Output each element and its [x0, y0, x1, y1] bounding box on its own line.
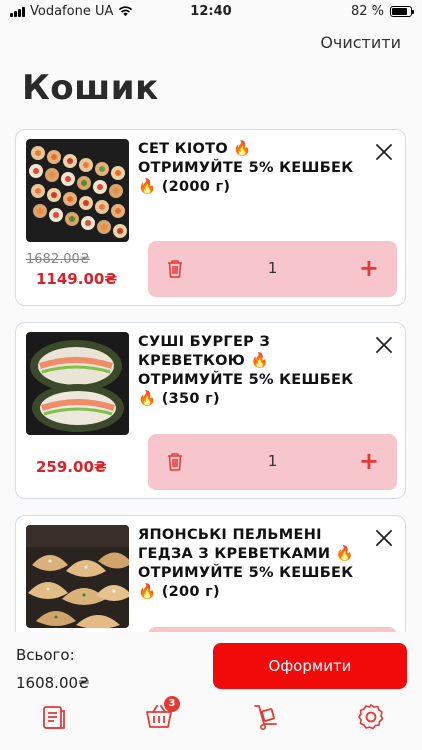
plus-icon[interactable]: +: [359, 255, 379, 281]
clear-cart-button[interactable]: Очистити: [320, 33, 401, 52]
remove-item-button[interactable]: [373, 141, 395, 163]
menu-icon: [43, 706, 65, 729]
total-value: 1608.00₴: [16, 674, 90, 692]
quantity-stepper: 1 +: [148, 434, 397, 490]
item-price: 1149.00₴: [36, 270, 118, 288]
battery-percent: 82 %: [350, 4, 384, 19]
item-title: СЕТ КІОТО 🔥ОТРИМУЙТЕ 5% КЕШБЕК🔥 (2000 г): [138, 141, 354, 195]
tab-menu[interactable]: [38, 702, 68, 732]
gyoza-image: [26, 525, 129, 628]
item-title: ЯПОНСЬКІ ПЕЛЬМЕНІ ГЕДЗА З КРЕВЕТКАМИ 🔥 О…: [138, 527, 354, 600]
delivery-icon: [254, 705, 277, 730]
page-title: Кошик: [22, 68, 159, 108]
item-old-price: 1682.00₴: [26, 252, 90, 267]
remove-item-button[interactable]: [373, 527, 395, 549]
close-icon: [376, 144, 392, 160]
sushi-burger-image: [26, 332, 129, 435]
close-icon: [376, 337, 392, 353]
checkout-button[interactable]: Оформити: [213, 643, 407, 689]
quantity-stepper: 1 +: [148, 241, 397, 297]
status-right: 82 %: [350, 4, 414, 19]
tab-bar: 3: [0, 696, 422, 742]
item-price: 259.00₴: [36, 458, 107, 476]
battery-level: [392, 8, 407, 15]
item-title: СУШІ БУРГЕР З КРЕВЕТКОЮ 🔥 ОТРИМУЙТЕ 5% К…: [138, 334, 354, 407]
plus-icon[interactable]: +: [359, 448, 379, 474]
cart-badge: 3: [164, 696, 180, 712]
total-label: Всього:: [16, 646, 75, 664]
close-icon: [376, 530, 392, 546]
settings-icon: [358, 704, 384, 730]
cart-item: СУШІ БУРГЕР З КРЕВЕТКОЮ 🔥 ОТРИМУЙТЕ 5% К…: [15, 322, 406, 499]
remove-item-button[interactable]: [373, 334, 395, 356]
tab-settings[interactable]: [356, 702, 386, 732]
battery-icon: [390, 6, 414, 17]
cart-item: СЕТ КІОТО 🔥ОТРИМУЙТЕ 5% КЕШБЕК🔥 (2000 г)…: [15, 129, 406, 306]
tab-delivery[interactable]: [250, 702, 280, 732]
sushi-set-image: [26, 139, 129, 242]
status-bar: Vodafone UA 12:40 82 %: [0, 0, 422, 24]
tab-cart[interactable]: 3: [144, 696, 180, 732]
